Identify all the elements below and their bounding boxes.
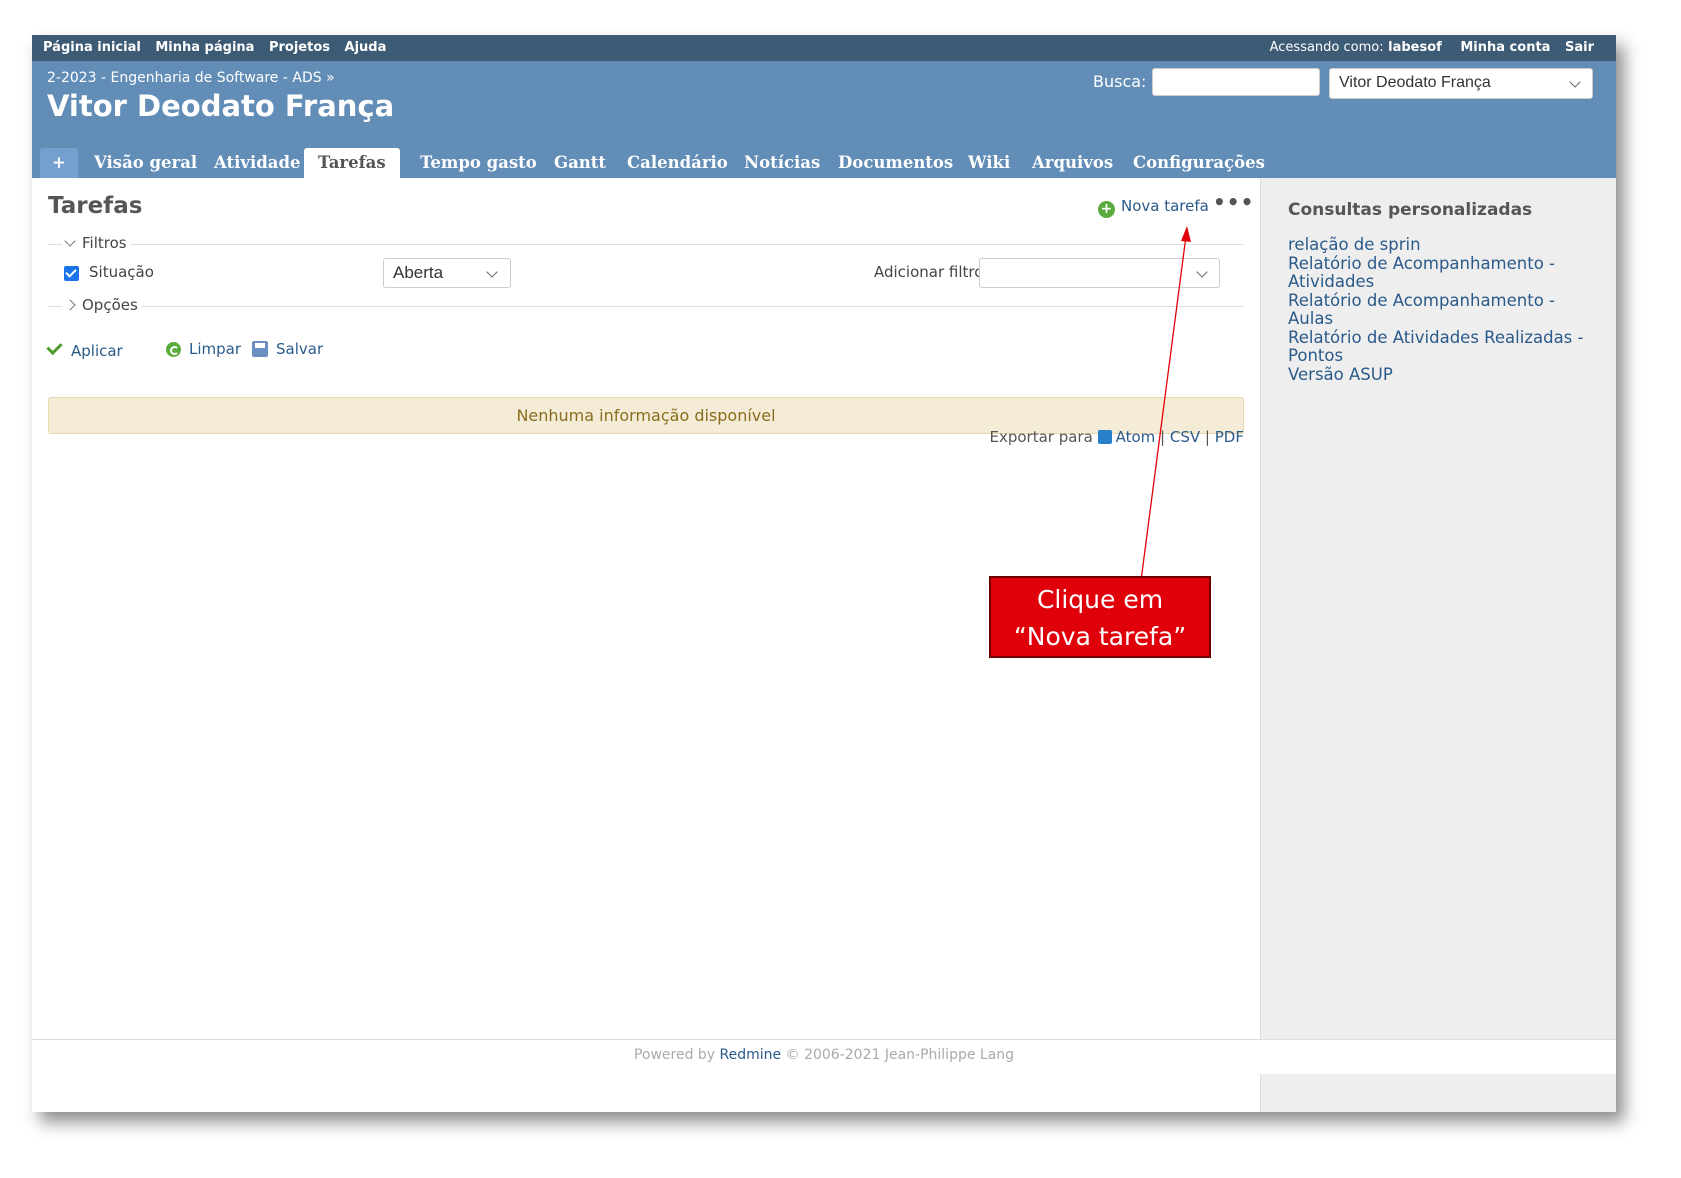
add-icon: + bbox=[1098, 201, 1115, 218]
tab-overview[interactable]: Visão geral bbox=[80, 148, 211, 178]
export-csv-link[interactable]: CSV bbox=[1170, 428, 1200, 446]
export-separator: | bbox=[1160, 428, 1166, 446]
top-menu-left: Página inicial Minha página Projetos Aju… bbox=[43, 40, 396, 55]
export-label: Exportar para bbox=[989, 428, 1093, 446]
top-link-my-page[interactable]: Minha página bbox=[155, 40, 254, 55]
clear-button[interactable]: Limpar bbox=[166, 340, 241, 358]
query-link[interactable]: Relatório de Acompanhamento - Atividades bbox=[1288, 254, 1598, 292]
options-legend-label: Opções bbox=[82, 296, 138, 314]
tab-activity[interactable]: Atividade bbox=[200, 148, 315, 178]
status-filter-checkbox[interactable] bbox=[64, 266, 79, 281]
status-operator-value: Aberta bbox=[393, 263, 444, 282]
footer-powered: Powered by bbox=[633, 1047, 716, 1063]
filters-legend-label: Filtros bbox=[82, 234, 127, 252]
tab-issues[interactable]: Tarefas bbox=[304, 148, 400, 178]
save-icon bbox=[252, 341, 268, 357]
logout-link[interactable]: Sair bbox=[1565, 40, 1594, 55]
callout-line-1: Clique em bbox=[1036, 585, 1164, 614]
tab-settings[interactable]: Configurações bbox=[1119, 148, 1279, 178]
add-filter-label: Adicionar filtro bbox=[874, 263, 984, 281]
custom-queries-list: relação de sprin Relatório de Acompanham… bbox=[1288, 235, 1598, 385]
status-operator-select[interactable]: Aberta bbox=[383, 258, 511, 288]
tab-news[interactable]: Notícias bbox=[730, 148, 834, 178]
save-button[interactable]: Salvar bbox=[252, 340, 323, 358]
top-menu: Página inicial Minha página Projetos Aju… bbox=[32, 35, 1616, 61]
chevron-down-icon bbox=[486, 266, 498, 278]
reload-icon bbox=[166, 342, 181, 357]
top-link-help[interactable]: Ajuda bbox=[345, 40, 387, 55]
add-filter-select[interactable] bbox=[979, 258, 1220, 288]
page-title: Tarefas bbox=[48, 193, 143, 219]
save-label: Salvar bbox=[276, 340, 324, 358]
query-link[interactable]: Versão ASUP bbox=[1288, 365, 1598, 385]
clear-label: Limpar bbox=[189, 340, 242, 358]
check-icon bbox=[46, 338, 63, 356]
tab-new[interactable]: + bbox=[40, 148, 78, 178]
export-separator: | bbox=[1204, 428, 1210, 446]
sidebar-title: Consultas personalizadas bbox=[1288, 200, 1533, 220]
tab-documents[interactable]: Documentos bbox=[824, 148, 967, 178]
search-label: Busca: bbox=[1093, 72, 1147, 91]
collapse-down-icon bbox=[64, 235, 76, 247]
new-issue-label: Nova tarefa bbox=[1121, 197, 1209, 215]
tab-calendar[interactable]: Calendário bbox=[613, 148, 742, 178]
chevron-down-icon bbox=[1569, 76, 1581, 88]
footer-copyright: © 2006-2021 Jean-Philippe Lang bbox=[785, 1047, 1015, 1063]
sidebar: Consultas personalizadas relação de spri… bbox=[1260, 178, 1616, 1112]
export-atom-link[interactable]: Atom bbox=[1116, 428, 1156, 446]
tab-gantt[interactable]: Gantt bbox=[540, 148, 620, 178]
redmine-window: Página inicial Minha página Projetos Aju… bbox=[32, 35, 1616, 1112]
project-title: Vitor Deodato França bbox=[47, 89, 395, 123]
filters-divider bbox=[48, 244, 1244, 245]
redmine-link[interactable]: Redmine bbox=[720, 1047, 782, 1063]
options-legend[interactable]: Opções bbox=[62, 296, 142, 314]
tab-files[interactable]: Arquivos bbox=[1018, 148, 1127, 178]
top-link-projects[interactable]: Projetos bbox=[269, 40, 330, 55]
options-divider bbox=[48, 306, 1244, 307]
filters-legend[interactable]: Filtros bbox=[62, 234, 131, 252]
export-pdf-link[interactable]: PDF bbox=[1215, 428, 1244, 446]
project-jump-value: Vitor Deodato França bbox=[1339, 74, 1491, 91]
apply-button[interactable]: Aplicar bbox=[46, 338, 123, 360]
account-area: Acessando como: labesof Minha conta Sair bbox=[1270, 40, 1594, 55]
chevron-down-icon bbox=[1196, 266, 1208, 278]
apply-label: Aplicar bbox=[71, 342, 123, 360]
tab-wiki[interactable]: Wiki bbox=[954, 148, 1024, 178]
tab-time-spent[interactable]: Tempo gasto bbox=[406, 148, 551, 178]
annotation-callout: Clique em “Nova tarefa” bbox=[989, 576, 1211, 658]
breadcrumb[interactable]: 2-2023 - Engenharia de Software - ADS » bbox=[47, 70, 335, 86]
new-issue-link[interactable]: + Nova tarefa bbox=[1098, 197, 1209, 218]
query-link[interactable]: Relatório de Acompanhamento - Aulas bbox=[1288, 291, 1598, 329]
status-filter-label: Situação bbox=[89, 263, 154, 281]
export-links: Exportar para Atom | CSV | PDF bbox=[989, 428, 1244, 446]
logged-user-link[interactable]: labesof bbox=[1388, 40, 1442, 55]
query-link[interactable]: Relatório de Atividades Realizadas - Pon… bbox=[1288, 328, 1598, 366]
collapse-right-icon bbox=[64, 299, 76, 311]
footer: Powered by Redmine © 2006-2021 Jean-Phil… bbox=[32, 1039, 1616, 1074]
my-account-link[interactable]: Minha conta bbox=[1460, 40, 1550, 55]
logged-as-label: Acessando como: bbox=[1269, 40, 1384, 55]
feed-icon bbox=[1097, 430, 1112, 444]
callout-line-2: “Nova tarefa” bbox=[1013, 622, 1187, 651]
search-input[interactable] bbox=[1152, 68, 1320, 96]
project-jump-select[interactable]: Vitor Deodato França bbox=[1329, 68, 1593, 99]
more-actions-icon[interactable]: ••• bbox=[1213, 190, 1254, 214]
top-link-home[interactable]: Página inicial bbox=[43, 40, 141, 55]
query-link[interactable]: relação de sprin bbox=[1288, 235, 1598, 255]
